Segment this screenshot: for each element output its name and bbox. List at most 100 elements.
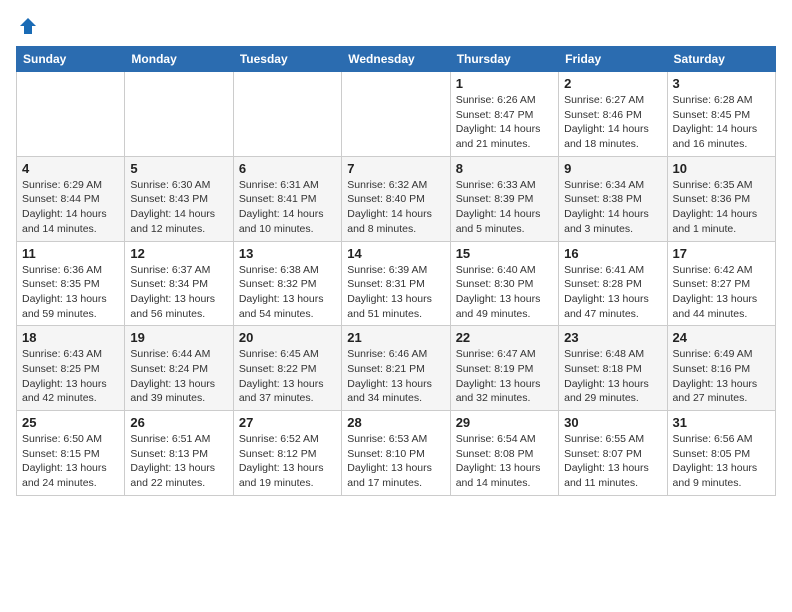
day-info: Sunrise: 6:52 AM Sunset: 8:12 PM Dayligh… bbox=[239, 432, 336, 491]
day-number: 6 bbox=[239, 161, 336, 176]
day-number: 7 bbox=[347, 161, 444, 176]
day-number: 10 bbox=[673, 161, 770, 176]
day-number: 4 bbox=[22, 161, 119, 176]
calendar-cell: 11 Sunrise: 6:36 AM Sunset: 8:35 PM Dayli… bbox=[17, 241, 125, 326]
calendar-week-row: 25 Sunrise: 6:50 AM Sunset: 8:15 PM Dayli… bbox=[17, 411, 776, 496]
day-info: Sunrise: 6:55 AM Sunset: 8:07 PM Dayligh… bbox=[564, 432, 661, 491]
day-info: Sunrise: 6:38 AM Sunset: 8:32 PM Dayligh… bbox=[239, 263, 336, 322]
day-info: Sunrise: 6:35 AM Sunset: 8:36 PM Dayligh… bbox=[673, 178, 770, 237]
day-info: Sunrise: 6:33 AM Sunset: 8:39 PM Dayligh… bbox=[456, 178, 553, 237]
calendar-cell: 13 Sunrise: 6:38 AM Sunset: 8:32 PM Dayli… bbox=[233, 241, 341, 326]
day-info: Sunrise: 6:39 AM Sunset: 8:31 PM Dayligh… bbox=[347, 263, 444, 322]
day-number: 28 bbox=[347, 415, 444, 430]
calendar-cell: 14 Sunrise: 6:39 AM Sunset: 8:31 PM Dayli… bbox=[342, 241, 450, 326]
calendar-cell: 18 Sunrise: 6:43 AM Sunset: 8:25 PM Dayli… bbox=[17, 326, 125, 411]
day-info: Sunrise: 6:43 AM Sunset: 8:25 PM Dayligh… bbox=[22, 347, 119, 406]
day-info: Sunrise: 6:37 AM Sunset: 8:34 PM Dayligh… bbox=[130, 263, 227, 322]
calendar-cell: 28 Sunrise: 6:53 AM Sunset: 8:10 PM Dayli… bbox=[342, 411, 450, 496]
logo-icon bbox=[18, 16, 38, 36]
day-number: 9 bbox=[564, 161, 661, 176]
day-number: 21 bbox=[347, 330, 444, 345]
day-info: Sunrise: 6:30 AM Sunset: 8:43 PM Dayligh… bbox=[130, 178, 227, 237]
day-number: 18 bbox=[22, 330, 119, 345]
day-number: 13 bbox=[239, 246, 336, 261]
calendar-header-row: SundayMondayTuesdayWednesdayThursdayFrid… bbox=[17, 47, 776, 72]
calendar-cell: 21 Sunrise: 6:46 AM Sunset: 8:21 PM Dayli… bbox=[342, 326, 450, 411]
day-info: Sunrise: 6:26 AM Sunset: 8:47 PM Dayligh… bbox=[456, 93, 553, 152]
day-number: 23 bbox=[564, 330, 661, 345]
day-info: Sunrise: 6:29 AM Sunset: 8:44 PM Dayligh… bbox=[22, 178, 119, 237]
day-number: 29 bbox=[456, 415, 553, 430]
day-number: 1 bbox=[456, 76, 553, 91]
calendar-week-row: 11 Sunrise: 6:36 AM Sunset: 8:35 PM Dayli… bbox=[17, 241, 776, 326]
calendar-table: SundayMondayTuesdayWednesdayThursdayFrid… bbox=[16, 46, 776, 496]
day-header-saturday: Saturday bbox=[667, 47, 775, 72]
day-info: Sunrise: 6:49 AM Sunset: 8:16 PM Dayligh… bbox=[673, 347, 770, 406]
day-info: Sunrise: 6:32 AM Sunset: 8:40 PM Dayligh… bbox=[347, 178, 444, 237]
day-info: Sunrise: 6:53 AM Sunset: 8:10 PM Dayligh… bbox=[347, 432, 444, 491]
day-info: Sunrise: 6:47 AM Sunset: 8:19 PM Dayligh… bbox=[456, 347, 553, 406]
day-info: Sunrise: 6:50 AM Sunset: 8:15 PM Dayligh… bbox=[22, 432, 119, 491]
day-info: Sunrise: 6:54 AM Sunset: 8:08 PM Dayligh… bbox=[456, 432, 553, 491]
day-number: 24 bbox=[673, 330, 770, 345]
calendar-cell: 30 Sunrise: 6:55 AM Sunset: 8:07 PM Dayli… bbox=[559, 411, 667, 496]
day-info: Sunrise: 6:51 AM Sunset: 8:13 PM Dayligh… bbox=[130, 432, 227, 491]
day-number: 25 bbox=[22, 415, 119, 430]
calendar-cell: 10 Sunrise: 6:35 AM Sunset: 8:36 PM Dayli… bbox=[667, 156, 775, 241]
day-number: 17 bbox=[673, 246, 770, 261]
calendar-cell: 23Sunrise: 6:48 AM Sunset: 8:18 PM Dayli… bbox=[559, 326, 667, 411]
day-number: 11 bbox=[22, 246, 119, 261]
day-number: 5 bbox=[130, 161, 227, 176]
day-number: 27 bbox=[239, 415, 336, 430]
calendar-cell: 9 Sunrise: 6:34 AM Sunset: 8:38 PM Daylig… bbox=[559, 156, 667, 241]
day-number: 8 bbox=[456, 161, 553, 176]
day-number: 12 bbox=[130, 246, 227, 261]
day-info: Sunrise: 6:45 AM Sunset: 8:22 PM Dayligh… bbox=[239, 347, 336, 406]
day-number: 16 bbox=[564, 246, 661, 261]
logo bbox=[16, 16, 38, 36]
day-number: 22 bbox=[456, 330, 553, 345]
day-header-tuesday: Tuesday bbox=[233, 47, 341, 72]
calendar-cell: 17 Sunrise: 6:42 AM Sunset: 8:27 PM Dayli… bbox=[667, 241, 775, 326]
day-info: Sunrise: 6:44 AM Sunset: 8:24 PM Dayligh… bbox=[130, 347, 227, 406]
calendar-cell: 8 Sunrise: 6:33 AM Sunset: 8:39 PM Daylig… bbox=[450, 156, 558, 241]
calendar-cell: 29 Sunrise: 6:54 AM Sunset: 8:08 PM Dayli… bbox=[450, 411, 558, 496]
day-number: 31 bbox=[673, 415, 770, 430]
calendar-cell: 22 Sunrise: 6:47 AM Sunset: 8:19 PM Dayli… bbox=[450, 326, 558, 411]
calendar-cell: 16Sunrise: 6:41 AM Sunset: 8:28 PM Dayli… bbox=[559, 241, 667, 326]
day-number: 15 bbox=[456, 246, 553, 261]
calendar-cell bbox=[125, 72, 233, 157]
day-header-sunday: Sunday bbox=[17, 47, 125, 72]
day-info: Sunrise: 6:36 AM Sunset: 8:35 PM Dayligh… bbox=[22, 263, 119, 322]
calendar-cell: 5 Sunrise: 6:30 AM Sunset: 8:43 PM Daylig… bbox=[125, 156, 233, 241]
day-info: Sunrise: 6:27 AM Sunset: 8:46 PM Dayligh… bbox=[564, 93, 661, 152]
calendar-week-row: 18 Sunrise: 6:43 AM Sunset: 8:25 PM Dayli… bbox=[17, 326, 776, 411]
day-header-thursday: Thursday bbox=[450, 47, 558, 72]
day-info: Sunrise: 6:40 AM Sunset: 8:30 PM Dayligh… bbox=[456, 263, 553, 322]
calendar-cell: 20Sunrise: 6:45 AM Sunset: 8:22 PM Dayli… bbox=[233, 326, 341, 411]
calendar-cell: 3 Sunrise: 6:28 AM Sunset: 8:45 PM Daylig… bbox=[667, 72, 775, 157]
calendar-cell bbox=[17, 72, 125, 157]
calendar-cell bbox=[233, 72, 341, 157]
day-number: 30 bbox=[564, 415, 661, 430]
day-header-friday: Friday bbox=[559, 47, 667, 72]
calendar-cell: 2 Sunrise: 6:27 AM Sunset: 8:46 PM Daylig… bbox=[559, 72, 667, 157]
day-info: Sunrise: 6:28 AM Sunset: 8:45 PM Dayligh… bbox=[673, 93, 770, 152]
day-number: 26 bbox=[130, 415, 227, 430]
calendar-cell: 27 Sunrise: 6:52 AM Sunset: 8:12 PM Dayli… bbox=[233, 411, 341, 496]
calendar-cell: 24 Sunrise: 6:49 AM Sunset: 8:16 PM Dayli… bbox=[667, 326, 775, 411]
calendar-cell: 1 Sunrise: 6:26 AM Sunset: 8:47 PM Daylig… bbox=[450, 72, 558, 157]
calendar-cell: 6 Sunrise: 6:31 AM Sunset: 8:41 PM Daylig… bbox=[233, 156, 341, 241]
day-number: 2 bbox=[564, 76, 661, 91]
day-header-monday: Monday bbox=[125, 47, 233, 72]
calendar-cell: 15 Sunrise: 6:40 AM Sunset: 8:30 PM Dayli… bbox=[450, 241, 558, 326]
day-number: 3 bbox=[673, 76, 770, 91]
day-info: Sunrise: 6:31 AM Sunset: 8:41 PM Dayligh… bbox=[239, 178, 336, 237]
calendar-cell: 31Sunrise: 6:56 AM Sunset: 8:05 PM Dayli… bbox=[667, 411, 775, 496]
day-info: Sunrise: 6:34 AM Sunset: 8:38 PM Dayligh… bbox=[564, 178, 661, 237]
day-info: Sunrise: 6:42 AM Sunset: 8:27 PM Dayligh… bbox=[673, 263, 770, 322]
calendar-cell: 12 Sunrise: 6:37 AM Sunset: 8:34 PM Dayli… bbox=[125, 241, 233, 326]
day-info: Sunrise: 6:46 AM Sunset: 8:21 PM Dayligh… bbox=[347, 347, 444, 406]
calendar-week-row: 1 Sunrise: 6:26 AM Sunset: 8:47 PM Daylig… bbox=[17, 72, 776, 157]
day-number: 14 bbox=[347, 246, 444, 261]
